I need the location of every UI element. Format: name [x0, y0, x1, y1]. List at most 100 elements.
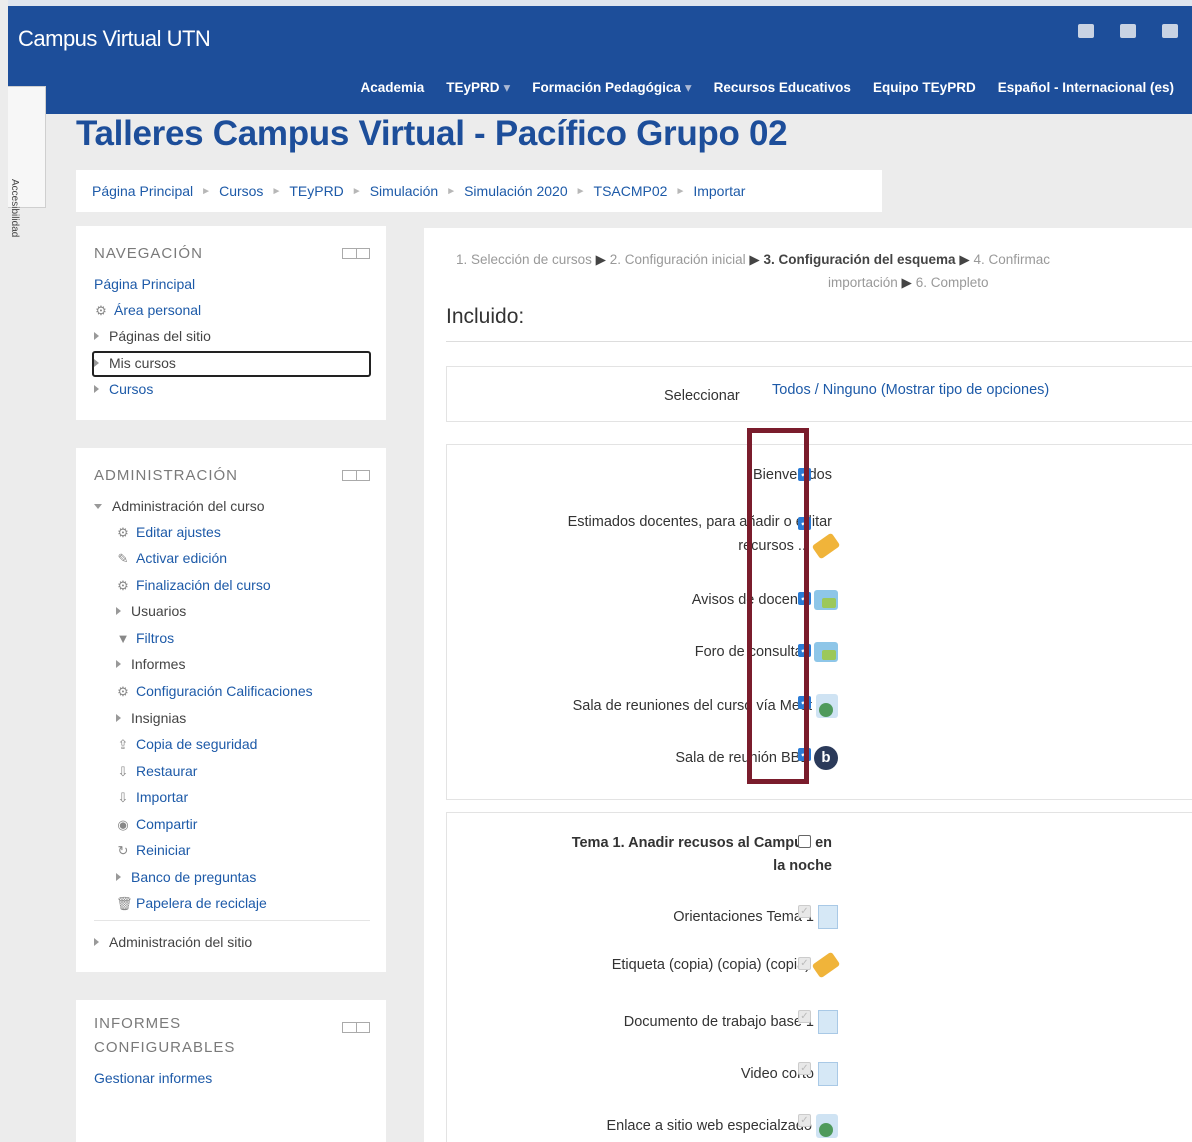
course-admin-node[interactable]: Administración del curso [112, 498, 265, 514]
top-navbar: Campus Virtual UTN Academia TEyPRD ▾ Form… [8, 0, 1192, 114]
nav-courses-link[interactable]: Cursos [109, 381, 153, 397]
admin-import[interactable]: Importar [136, 789, 188, 805]
manage-reports-link[interactable]: Gestionar informes [94, 1070, 212, 1086]
select-label: Seleccionar [664, 388, 740, 404]
breadcrumb-item[interactable]: Simulación [370, 183, 438, 199]
import-steps: 1. Selección de cursos ▶ 2. Configuració… [456, 252, 1050, 268]
chevron-down-icon: ▾ [503, 80, 511, 95]
site-admin-node[interactable]: Administración del sitio [109, 934, 252, 950]
upload-icon: ⇪ [117, 737, 129, 752]
filter-icon: ▼ [116, 631, 130, 646]
forum-icon [814, 590, 838, 610]
activity-checkbox-disabled: ✓ [798, 957, 811, 970]
admin-turn-editing[interactable]: Activar edición [136, 550, 227, 566]
block-title: NAVEGACIÓN [94, 245, 203, 262]
nav-dashboard-link[interactable]: Área personal [114, 302, 201, 318]
menu-teyprd[interactable]: TEyPRD ▾ [446, 80, 510, 96]
envelope-icon[interactable] [1078, 24, 1094, 38]
admin-completion[interactable]: Finalización del curso [136, 577, 271, 593]
activity-checkbox-disabled: ✓ [798, 1062, 811, 1075]
menu-academia[interactable]: Academia [360, 80, 424, 96]
breadcrumb-item[interactable]: Cursos [219, 183, 263, 199]
pencil-icon: ✎ [117, 551, 129, 566]
administration-block: ADMINISTRACIÓN Administración del curso … [76, 448, 386, 972]
breadcrumb-separator-icon: ► [351, 185, 362, 197]
admin-gradebook-setup[interactable]: Configuración Calificaciones [136, 683, 313, 699]
expand-icon[interactable] [94, 385, 99, 393]
admin-reports[interactable]: Informes [131, 656, 185, 672]
menu-language[interactable]: Español - Internacional (es) [998, 80, 1174, 96]
admin-recycle-bin[interactable]: Papelera de reciclaje [136, 895, 267, 911]
accessibility-tab[interactable]: Accesibilidad [8, 86, 46, 237]
menu-equipo[interactable]: Equipo TEyPRD [873, 80, 976, 96]
menu-recursos[interactable]: Recursos Educativos [714, 80, 851, 96]
activity-checkbox-disabled: ✓ [798, 905, 811, 918]
expand-icon[interactable] [116, 607, 121, 615]
section-checkbox[interactable] [798, 835, 811, 848]
activity-label: Documento de trabajo base 1 [623, 1013, 814, 1030]
section-1-panel: Tema 1. Anadir recusos al Campus en la n… [446, 812, 1192, 1142]
focus-outline [92, 351, 371, 377]
step-1: 1. Selección de cursos [456, 252, 592, 267]
breadcrumb-item[interactable]: TSACMP02 [594, 183, 668, 199]
breadcrumb-item[interactable]: Importar [693, 183, 745, 199]
breadcrumb-separator-icon: ► [446, 185, 457, 197]
page-icon [818, 1062, 838, 1086]
admin-question-bank[interactable]: Banco de preguntas [131, 869, 256, 885]
navbar-icons [1078, 24, 1178, 38]
url-icon [816, 1114, 838, 1138]
navigation-block: NAVEGACIÓN Página Principal ⚙ Área person… [76, 226, 386, 420]
menu-formacion[interactable]: Formación Pedagógica ▾ [532, 80, 691, 96]
block-title: ADMINISTRACIÓN [94, 467, 239, 484]
bell-icon[interactable] [1120, 24, 1136, 38]
reset-icon: ↻ [117, 843, 129, 858]
divider [446, 341, 1192, 342]
label-tag-icon [811, 951, 841, 979]
chat-icon[interactable] [1162, 24, 1178, 38]
admin-reset[interactable]: Reiniciar [136, 842, 190, 858]
admin-badges[interactable]: Insignias [131, 710, 186, 726]
nav-home-link[interactable]: Página Principal [94, 276, 195, 292]
expand-icon[interactable] [116, 660, 121, 668]
breadcrumb-separator-icon: ► [675, 185, 686, 197]
expand-icon[interactable] [94, 938, 99, 946]
admin-restore[interactable]: Restaurar [136, 763, 197, 779]
block-controls-icon[interactable] [342, 470, 370, 481]
breadcrumb-item[interactable]: TEyPRD [289, 183, 343, 199]
section-title: Tema 1. Anadir recusos al Campus en [571, 835, 832, 851]
expand-icon[interactable] [116, 714, 121, 722]
gear-icon: ⚙ [117, 684, 129, 699]
activity-row-label: Video corto [741, 1062, 838, 1086]
admin-filters[interactable]: Filtros [136, 630, 174, 646]
activity-label: Enlace a sitio web especialzado [606, 1117, 812, 1134]
admin-users[interactable]: Usuarios [131, 603, 186, 619]
admin-share[interactable]: Compartir [136, 816, 197, 832]
activity-row-label: Orientaciones Tema 1 [673, 905, 838, 929]
activity-label: Orientaciones Tema 1 [673, 908, 814, 925]
forum-icon [814, 642, 838, 662]
block-controls-icon[interactable] [342, 248, 370, 259]
nav-site-pages[interactable]: Páginas del sitio [109, 328, 211, 344]
breadcrumb-item[interactable]: Simulación 2020 [464, 183, 568, 199]
select-all-none-link[interactable]: Todos / Ninguno (Mostrar tipo de opcione… [772, 382, 1049, 398]
block-controls-icon[interactable] [342, 1022, 370, 1033]
breadcrumb-separator-icon: ► [271, 185, 282, 197]
breadcrumb-separator-icon: ► [201, 185, 212, 197]
arrow-right-icon: ▶ [959, 252, 970, 267]
block-title-line: CONFIGURABLES [94, 1039, 236, 1056]
site-brand[interactable]: Campus Virtual UTN [18, 26, 211, 52]
gear-icon: ⚙ [117, 525, 129, 540]
expand-icon[interactable] [116, 873, 121, 881]
block-title-line: INFORMES [94, 1015, 182, 1032]
admin-edit-settings[interactable]: Editar ajustes [136, 524, 221, 540]
admin-backup[interactable]: Copia de seguridad [136, 736, 257, 752]
gear-icon: ⚙ [117, 578, 129, 593]
breadcrumb-item[interactable]: Página Principal [92, 183, 193, 199]
block-title: INFORMES CONFIGURABLES [94, 1012, 235, 1060]
arrow-right-icon: ▶ [901, 275, 912, 290]
expand-icon[interactable] [94, 332, 99, 340]
section-title-line2: la noche [773, 858, 832, 874]
import-steps-continued: importación ▶ 6. Completo [828, 275, 989, 291]
highlight-box [747, 428, 809, 784]
collapse-icon[interactable] [94, 504, 102, 509]
